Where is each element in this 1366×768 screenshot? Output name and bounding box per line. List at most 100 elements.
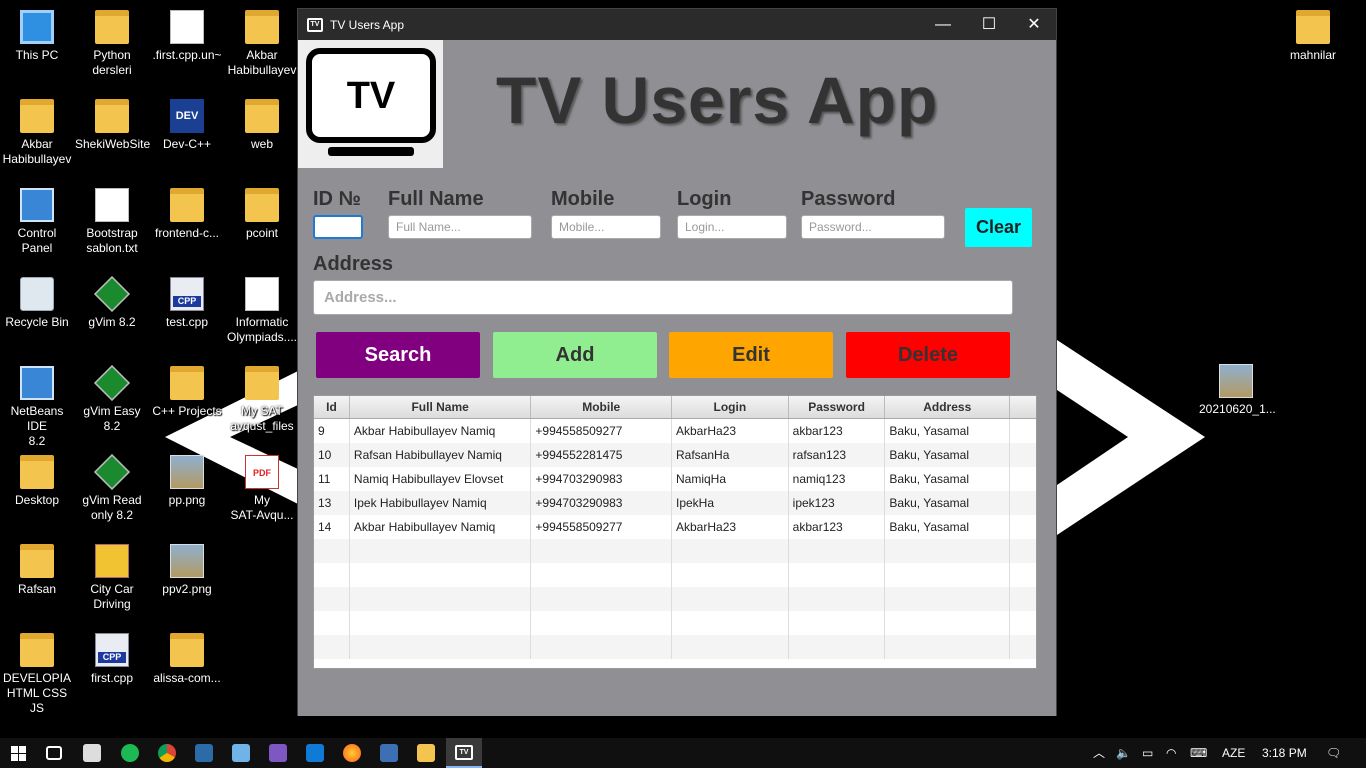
table-cell: [1010, 467, 1036, 491]
desktop-icon-gvim-read-only[interactable]: gVim Read only 8.2: [75, 453, 149, 523]
desktop-icon-akbar-user[interactable]: Akbar Habibullayev: [0, 99, 74, 167]
table-row[interactable]: [314, 587, 1036, 611]
id-input[interactable]: [313, 215, 363, 239]
desktop-icon-python-dersleri[interactable]: Python dersleri: [75, 10, 149, 78]
app-content: TV TV Users App ID № Full Name Full Name…: [298, 40, 1056, 716]
table-row[interactable]: [314, 563, 1036, 587]
mobile-input[interactable]: Mobile...: [551, 215, 661, 239]
virtualbox-icon[interactable]: [232, 744, 250, 762]
desktop-icon-photo-20210620[interactable]: 20210620_1...: [1199, 364, 1276, 417]
show-hidden-icons-chevron-icon[interactable]: ︿: [1093, 738, 1105, 768]
desktop-icon-city-car-driving[interactable]: City Car Driving: [75, 544, 149, 612]
column-header-filler: [1010, 396, 1036, 418]
desktop-icon-desktop[interactable]: Desktop: [0, 455, 74, 508]
volume-icon[interactable]: 🔈: [1116, 738, 1131, 768]
table-cell: [885, 611, 1011, 635]
keyboard-icon[interactable]: ⌨: [1190, 738, 1207, 768]
desktop-icon-shekiwebsite[interactable]: ShekiWebSite: [75, 99, 150, 152]
maximize-button[interactable]: ☐: [966, 9, 1012, 40]
desktop-icon-test-cpp[interactable]: test.cpp: [150, 277, 224, 330]
desktop-icon-informatic-olympiads[interactable]: Informatic Olympiads....: [225, 277, 299, 345]
desktop-icon-dev-cpp[interactable]: DEV Dev-C++: [150, 99, 224, 152]
chrome-icon[interactable]: [158, 744, 176, 762]
column-header-mobile[interactable]: Mobile: [531, 396, 673, 418]
address-input[interactable]: Address...: [313, 280, 1013, 315]
desktop-icon-web[interactable]: web: [225, 99, 299, 152]
desktop-icon-my-sat-pdf[interactable]: PDF My SAT-Avqu...: [225, 455, 299, 523]
table-cell: Ipek Habibullayev Namiq: [350, 491, 532, 515]
visual-studio-icon[interactable]: [269, 744, 287, 762]
column-header-login[interactable]: Login: [672, 396, 789, 418]
table-row[interactable]: [314, 635, 1036, 659]
fullname-input[interactable]: Full Name...: [388, 215, 532, 239]
window-titlebar[interactable]: TV TV Users App — ☐ ✕: [298, 9, 1056, 40]
desktop-icon-bootstrap-sablon[interactable]: Bootstrap sablon.txt: [75, 188, 149, 256]
clock[interactable]: 3:18 PM: [1262, 738, 1307, 768]
table-cell: [1010, 635, 1036, 659]
desktop-icon-this-pc[interactable]: This PC: [0, 10, 74, 63]
store-icon[interactable]: [83, 744, 101, 762]
folder-icon: [20, 455, 54, 489]
password-input[interactable]: Password...: [801, 215, 945, 239]
table-row[interactable]: 9 Akbar Habibullayev Namiq +994558509277 Ak…: [314, 419, 1036, 443]
desktop-icon-mahnilar[interactable]: mahnilar: [1276, 10, 1350, 63]
login-input[interactable]: Login...: [677, 215, 787, 239]
table-row[interactable]: [314, 611, 1036, 635]
table-row[interactable]: 13 Ipek Habibullayev Namiq +994703290983 Ip…: [314, 491, 1036, 515]
notifications-icon[interactable]: 🗨: [1326, 738, 1341, 768]
battery-icon[interactable]: ▭: [1142, 738, 1153, 768]
table-cell: [672, 611, 789, 635]
desktop-icon-frontend[interactable]: frontend-c...: [150, 188, 224, 241]
network-icon[interactable]: ◠: [1166, 738, 1176, 768]
table-body: 9 Akbar Habibullayev Namiq +994558509277 Ak…: [314, 419, 1036, 659]
desktop-icon-akbar-folder[interactable]: Akbar Habibullayev: [225, 10, 299, 78]
vscode-icon[interactable]: [306, 744, 324, 762]
column-header-address[interactable]: Address: [885, 396, 1011, 418]
desktop-icon-ppv2-png[interactable]: ppv2.png: [150, 544, 224, 597]
column-header-fullname[interactable]: Full Name: [350, 396, 532, 418]
table-row[interactable]: 11 Namiq Habibullayev Elovset +99470329098…: [314, 467, 1036, 491]
table-row[interactable]: 14 Akbar Habibullayev Namiq +994558509277 A…: [314, 515, 1036, 539]
firefox-icon[interactable]: [343, 744, 361, 762]
desktop-icon-control-panel[interactable]: Control Panel: [0, 188, 74, 256]
desktop-icon-developia[interactable]: DEVELOPIA HTML CSS JS: [0, 633, 74, 716]
delete-button[interactable]: Delete: [846, 332, 1010, 378]
edit-button[interactable]: Edit: [669, 332, 833, 378]
windows-start-icon[interactable]: [11, 746, 26, 761]
desktop-icon-gvim-easy[interactable]: gVim Easy 8.2: [75, 364, 149, 434]
add-button[interactable]: Add: [493, 332, 657, 378]
java-app-icon[interactable]: [380, 744, 398, 762]
desktop-icon-alissa[interactable]: alissa-com...: [150, 633, 224, 686]
desktop-icon-recycle-bin[interactable]: Recycle Bin: [0, 277, 74, 330]
netbeans-taskbar-icon[interactable]: [195, 744, 213, 762]
clear-button[interactable]: Clear: [965, 208, 1032, 247]
table-cell: [531, 539, 672, 563]
spotify-icon[interactable]: [121, 744, 139, 762]
tv-users-app-taskbar-item[interactable]: TV: [446, 738, 482, 768]
desktop-icon-pp-png[interactable]: pp.png: [150, 455, 224, 508]
table-row[interactable]: 10 Rafsan Habibullayev Namiq +994552281475…: [314, 443, 1036, 467]
file-explorer-icon[interactable]: [417, 744, 435, 762]
task-view-icon[interactable]: [46, 746, 62, 760]
table-cell: akbar123: [789, 419, 886, 443]
desktop-icon-first-cpp-undo[interactable]: .first.cpp.un~: [150, 10, 224, 63]
desktop-icon-my-sat-files[interactable]: My SAT avqust_files: [225, 366, 299, 434]
minimize-button[interactable]: —: [920, 9, 966, 40]
column-header-password[interactable]: Password: [789, 396, 886, 418]
table-cell: [789, 563, 886, 587]
app-window: TV TV Users App — ☐ ✕ TV TV Users App ID…: [297, 8, 1057, 716]
table-cell: akbar123: [789, 515, 886, 539]
desktop-icon-first-cpp[interactable]: first.cpp: [75, 633, 149, 686]
close-button[interactable]: ✕: [1011, 9, 1057, 40]
desktop-icon-cpp-projects[interactable]: C++ Projects: [150, 366, 224, 419]
input-language[interactable]: AZE: [1222, 738, 1245, 768]
desktop-icon-netbeans[interactable]: NetBeans IDE 8.2: [0, 366, 74, 449]
text-file-icon: [95, 188, 129, 222]
folder-icon: [245, 99, 279, 133]
desktop-icon-gvim[interactable]: gVim 8.2: [75, 275, 149, 330]
table-row[interactable]: [314, 539, 1036, 563]
column-header-id[interactable]: Id: [314, 396, 350, 418]
search-button[interactable]: Search: [316, 332, 480, 378]
desktop-icon-pcoint[interactable]: pcoint: [225, 188, 299, 241]
desktop-icon-rafsan[interactable]: Rafsan: [0, 544, 74, 597]
